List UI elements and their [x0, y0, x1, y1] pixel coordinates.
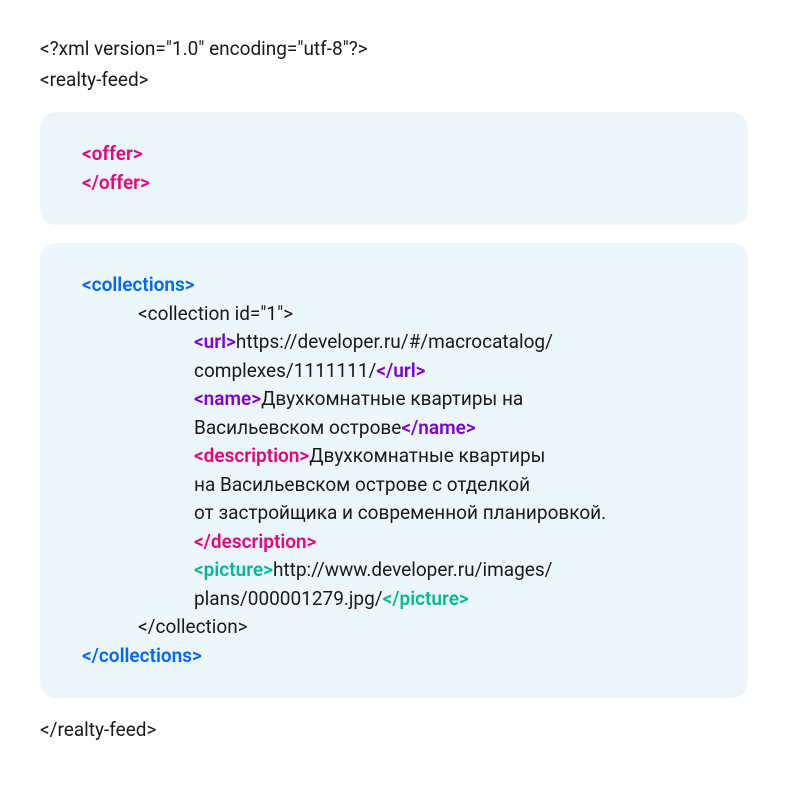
offer-open-tag: <offer>: [82, 140, 706, 169]
xml-declaration: <?xml version="1.0" encoding="utf-8"?>: [40, 35, 748, 64]
realty-feed-open: <realty-feed>: [40, 66, 748, 95]
description-value-1: Двухкомнатные квартиры: [309, 444, 545, 467]
collection-open-tag: <collection id="1">: [82, 300, 716, 329]
url-line-2: complexes/1111111/</url>: [82, 357, 716, 386]
collections-block: <collections> <collection id="1"> <url>h…: [40, 243, 748, 698]
name-open-tag: <name>: [194, 387, 261, 410]
collections-close-tag: </collections>: [82, 642, 716, 671]
name-value-1: Двухкомнатные квартиры на: [261, 387, 523, 410]
description-line-1: <description>Двухкомнатные квартиры: [82, 442, 716, 471]
description-line-2: на Васильевском острове с отделкой: [82, 471, 716, 500]
url-value-2: complexes/1111111/: [194, 359, 376, 382]
picture-line-1: <picture>http://www.developer.ru/images/: [82, 556, 716, 585]
name-close-tag: </name>: [401, 416, 475, 439]
name-line-1: <name>Двухкомнатные квартиры на: [82, 385, 716, 414]
url-value-1: https://developer.ru/#/macrocatalog/: [236, 330, 553, 353]
url-line-1: <url>https://developer.ru/#/macrocatalog…: [82, 328, 716, 357]
picture-value-2: plans/000001279.jpg/: [194, 587, 383, 610]
url-close-tag: </url>: [376, 359, 425, 382]
picture-line-2: plans/000001279.jpg/</picture>: [82, 585, 716, 614]
collection-close-tag: </collection>: [82, 613, 716, 642]
picture-open-tag: <picture>: [194, 558, 273, 581]
name-line-2: Васильевском острове</name>: [82, 414, 716, 443]
realty-feed-close: </realty-feed>: [40, 716, 748, 745]
description-line-3: от застройщика и современной планировкой…: [82, 499, 716, 528]
offer-block: <offer> </offer>: [40, 112, 748, 225]
offer-close-tag: </offer>: [82, 169, 706, 198]
picture-value-1: http://www.developer.ru/images/: [273, 558, 553, 581]
description-close-tag: </description>: [82, 528, 716, 557]
picture-close-tag: </picture>: [383, 587, 469, 610]
url-open-tag: <url>: [194, 330, 236, 353]
collections-open-tag: <collections>: [82, 271, 716, 300]
name-value-2: Васильевском острове: [194, 416, 401, 439]
description-open-tag: <description>: [194, 444, 309, 467]
